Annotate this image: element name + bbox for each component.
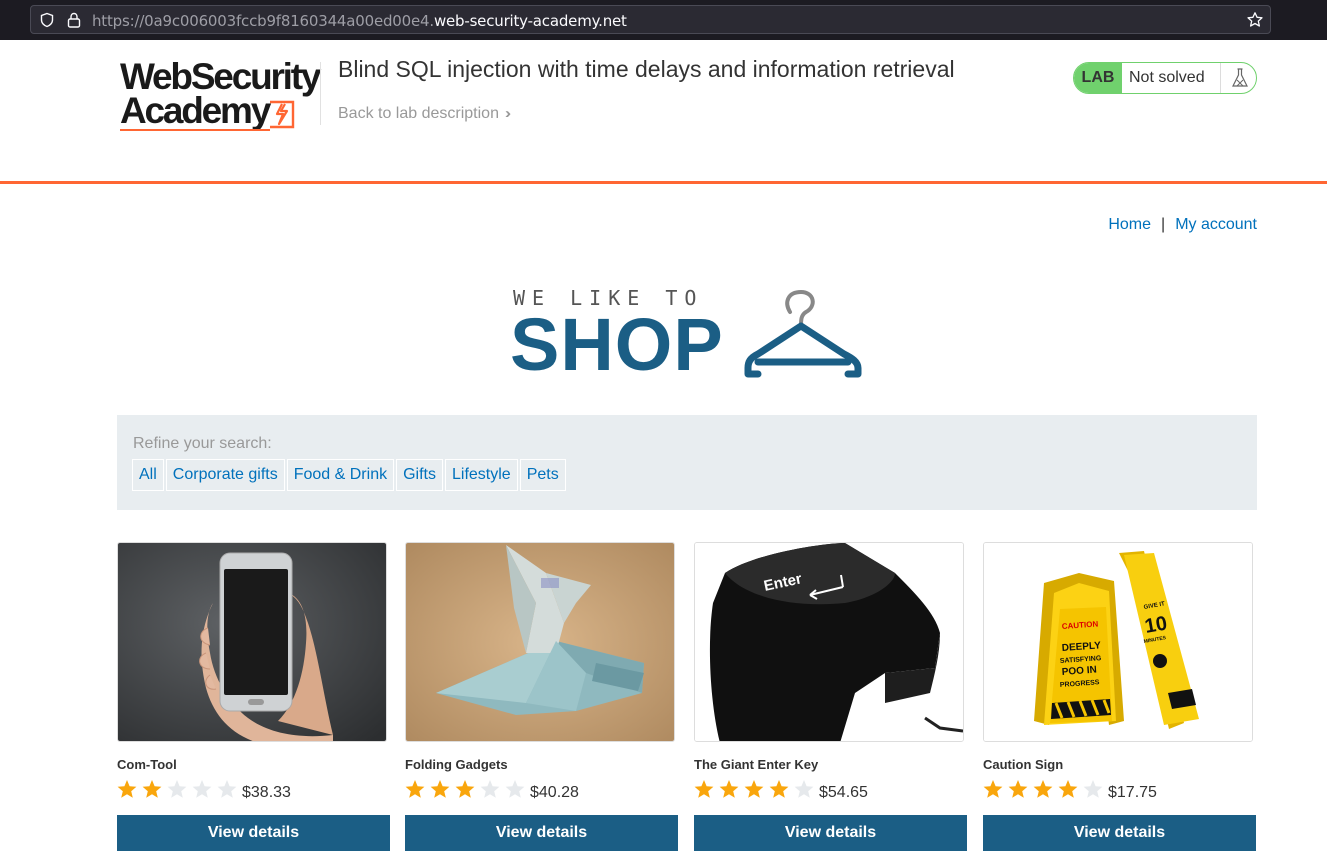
address-bar[interactable]: https://0a9c006003fccb9f8160344a00ed00e4… [30,5,1271,34]
shop-logo: WE LIKE TO SHOP [510,284,870,384]
product-name: Folding Gadgets [405,757,508,772]
logo-bolt-icon [270,100,295,129]
product-image-caution-sign[interactable]: CAUTION DEEPLY SATISFYING POO IN PROGRES… [983,542,1253,742]
star-empty-icon [794,780,814,798]
star-filled-icon [1058,780,1078,798]
star-empty-icon [505,780,525,798]
product-name: Com-Tool [117,757,177,772]
filter-label: Refine your search: [133,435,272,452]
web-security-academy-logo[interactable]: WebSecurity Academy [118,58,321,134]
filter-pets[interactable]: Pets [519,459,566,491]
view-details-button[interactable]: View details [694,815,967,851]
star-filled-icon [430,780,450,798]
filter-gifts[interactable]: Gifts [396,459,443,491]
coat-hanger-icon [744,289,862,378]
filter-lifestyle[interactable]: Lifestyle [444,459,518,491]
lab-status-text: Not solved [1129,69,1205,86]
academy-header: WebSecurity Academy Blind SQL injection … [0,40,1327,184]
star-filled-icon [117,780,137,798]
view-details-button[interactable]: View details [405,815,678,851]
star-filled-icon [1033,780,1053,798]
product-price: $17.75 [1108,784,1157,801]
star-rating [405,778,527,802]
url-domain: web-security-academy.net [433,12,627,30]
lab-title: Blind SQL injection with time delays and… [338,56,955,82]
star-filled-icon [455,780,475,798]
filter-all[interactable]: All [132,459,164,491]
my-account-link[interactable]: My account [1175,216,1257,233]
give-it-number: 10 [1143,612,1169,638]
header-divider [320,62,321,125]
star-empty-icon [1083,780,1103,798]
star-empty-icon [217,780,237,798]
star-filled-icon [769,780,789,798]
view-details-button[interactable]: View details [983,815,1256,851]
top-navigation: Home | My account [1108,216,1257,234]
star-filled-icon [744,780,764,798]
logo-underline [120,129,270,131]
lock-icon[interactable] [67,12,81,28]
product-name: Caution Sign [983,757,1064,772]
product-card: CAUTION DEEPLY SATISFYING POO IN PROGRES… [983,542,1257,851]
star-filled-icon [1008,780,1028,798]
product-name: The Giant Enter Key [694,757,819,772]
star-empty-icon [480,780,500,798]
product-price: $38.33 [242,784,291,801]
star-rating [983,778,1105,802]
star-rating [117,778,239,802]
lab-status-icon-container [1220,63,1256,93]
filter-corporate-gifts[interactable]: Corporate gifts [165,459,285,491]
flask-icon [1232,68,1248,87]
star-empty-icon [167,780,187,798]
double-chevron-right-icon: ›› [504,105,511,122]
search-filter-panel: Refine your search: All Corporate gifts … [117,415,1257,510]
logo-text-line2: Academy [120,90,271,131]
star-filled-icon [694,780,714,798]
url-prefix: https://0a9c006003fccb9f8160344a00ed00e4… [92,12,434,30]
star-filled-icon [983,780,1003,798]
product-card: Folding Gadgets $40.28 View details [405,542,679,851]
product-image-phone[interactable] [117,542,387,742]
product-price: $40.28 [530,784,579,801]
view-details-button[interactable]: View details [117,815,390,851]
star-filled-icon [405,780,425,798]
browser-toolbar: https://0a9c006003fccb9f8160344a00ed00e4… [0,0,1327,40]
home-link[interactable]: Home [1108,216,1151,233]
product-price: $54.65 [819,784,868,801]
lab-status-widget: LAB Not solved [1073,62,1257,94]
product-image-enter-key[interactable]: Enter [694,542,964,742]
star-filled-icon [719,780,739,798]
shop-wordmark: SHOP [510,303,724,386]
product-image-origami[interactable] [405,542,675,742]
back-to-lab-description-link[interactable]: Back to lab description ›› [338,105,511,123]
lab-badge: LAB [1074,63,1122,93]
filter-food-drink[interactable]: Food & Drink [286,459,395,491]
bookmark-star-icon[interactable] [1246,11,1264,29]
product-card: Enter The Giant Enter Key $54.65 View de… [694,542,968,851]
star-empty-icon [192,780,212,798]
star-filled-icon [142,780,162,798]
back-link-label: Back to lab description [338,105,499,122]
shield-icon[interactable] [39,12,55,28]
nav-separator: | [1161,216,1166,233]
star-rating [694,778,816,802]
url-text[interactable]: https://0a9c006003fccb9f8160344a00ed00e4… [92,12,627,30]
filter-list: All Corporate gifts Food & Drink Gifts L… [132,459,566,491]
product-card: Com-Tool $38.33 View details [117,542,391,851]
